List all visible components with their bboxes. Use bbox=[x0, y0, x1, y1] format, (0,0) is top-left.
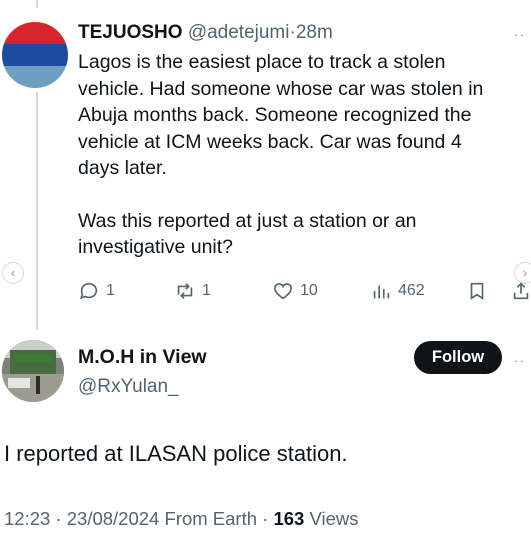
tweet1-line: Abuja months back. Someone recognized th… bbox=[78, 104, 472, 126]
tweet1-line: investigative unit? bbox=[78, 236, 234, 258]
tweet1-action-bar: 1 1 10 462 bbox=[78, 280, 531, 308]
tweet2-display-name[interactable]: M.O.H in View bbox=[78, 346, 207, 369]
retweet-count: 1 bbox=[202, 282, 211, 299]
avatar-tejuosho[interactable] bbox=[2, 22, 68, 88]
views-count: 462 bbox=[398, 282, 425, 299]
tweet2-views-count: 163 bbox=[273, 508, 305, 529]
meta-separator: · bbox=[55, 508, 62, 529]
share-icon bbox=[513, 282, 529, 300]
meta-separator: · bbox=[262, 508, 269, 529]
avatar-photo bbox=[2, 340, 64, 402]
tweet1-line: Was this reported at just a station or a… bbox=[78, 209, 417, 232]
heart-icon bbox=[273, 283, 293, 300]
tweet1-line: days later. bbox=[78, 157, 167, 179]
tweet1-display-name[interactable]: TEJUOSHO bbox=[78, 22, 183, 43]
tweet1-line: vehicle at ICM weeks back. Car was found… bbox=[78, 130, 462, 153]
tweet1-handle[interactable]: @adetejumi bbox=[188, 22, 290, 43]
tweet2-text: I reported at ILASAN police station. bbox=[4, 441, 348, 466]
retweet-icon bbox=[177, 283, 193, 299]
analytics-icon bbox=[373, 285, 390, 299]
reply-icon bbox=[79, 282, 98, 300]
tweet2-source: From Earth bbox=[164, 508, 258, 529]
tweet1-paragraph-gap bbox=[78, 182, 528, 208]
reply-count: 1 bbox=[106, 282, 115, 299]
tweet1-line: Lagos is the easiest place to track a st… bbox=[78, 51, 446, 73]
tweet1-body: Lagos is the easiest place to track a st… bbox=[78, 49, 528, 261]
follow-button[interactable]: Follow bbox=[414, 341, 502, 374]
thread-line-top bbox=[36, 0, 38, 8]
bookmark-button[interactable] bbox=[466, 280, 488, 302]
thread-connector-line bbox=[36, 92, 38, 330]
tweet1-more-icon[interactable]: ·· bbox=[514, 26, 525, 42]
avatar-moh-in-view[interactable] bbox=[2, 340, 64, 402]
tweet2-meta: 12:23 · 23/08/2024 From Earth · 163 View… bbox=[4, 508, 359, 530]
tweet1-header: TEJUOSHO @adetejumi·28m bbox=[78, 22, 333, 44]
tweet2-date[interactable]: 23/08/2024 bbox=[67, 508, 160, 529]
tweet2-views-label: Views bbox=[309, 508, 359, 529]
tweet1-time[interactable]: 28m bbox=[296, 22, 333, 43]
tweet2-time[interactable]: 12:23 bbox=[4, 508, 50, 529]
bookmark-icon bbox=[470, 282, 484, 300]
avatar-band-red bbox=[2, 22, 68, 44]
tweet2-more-icon[interactable]: ·· bbox=[514, 352, 525, 368]
avatar-band-lightblue bbox=[2, 66, 68, 88]
retweet-button[interactable]: 1 bbox=[174, 280, 211, 302]
like-count: 10 bbox=[300, 282, 318, 299]
carousel-prev-button[interactable]: ‹ bbox=[2, 262, 24, 284]
views-button[interactable]: 462 bbox=[370, 280, 425, 302]
tweet2-handle[interactable]: @RxYulan_ bbox=[78, 376, 179, 398]
like-button[interactable]: 10 bbox=[272, 280, 318, 302]
tweet1-line: vehicle. Had someone whose car was stole… bbox=[78, 77, 484, 100]
avatar-band-blue bbox=[2, 44, 68, 66]
reply-button[interactable]: 1 bbox=[78, 280, 115, 302]
share-button[interactable] bbox=[510, 280, 531, 302]
